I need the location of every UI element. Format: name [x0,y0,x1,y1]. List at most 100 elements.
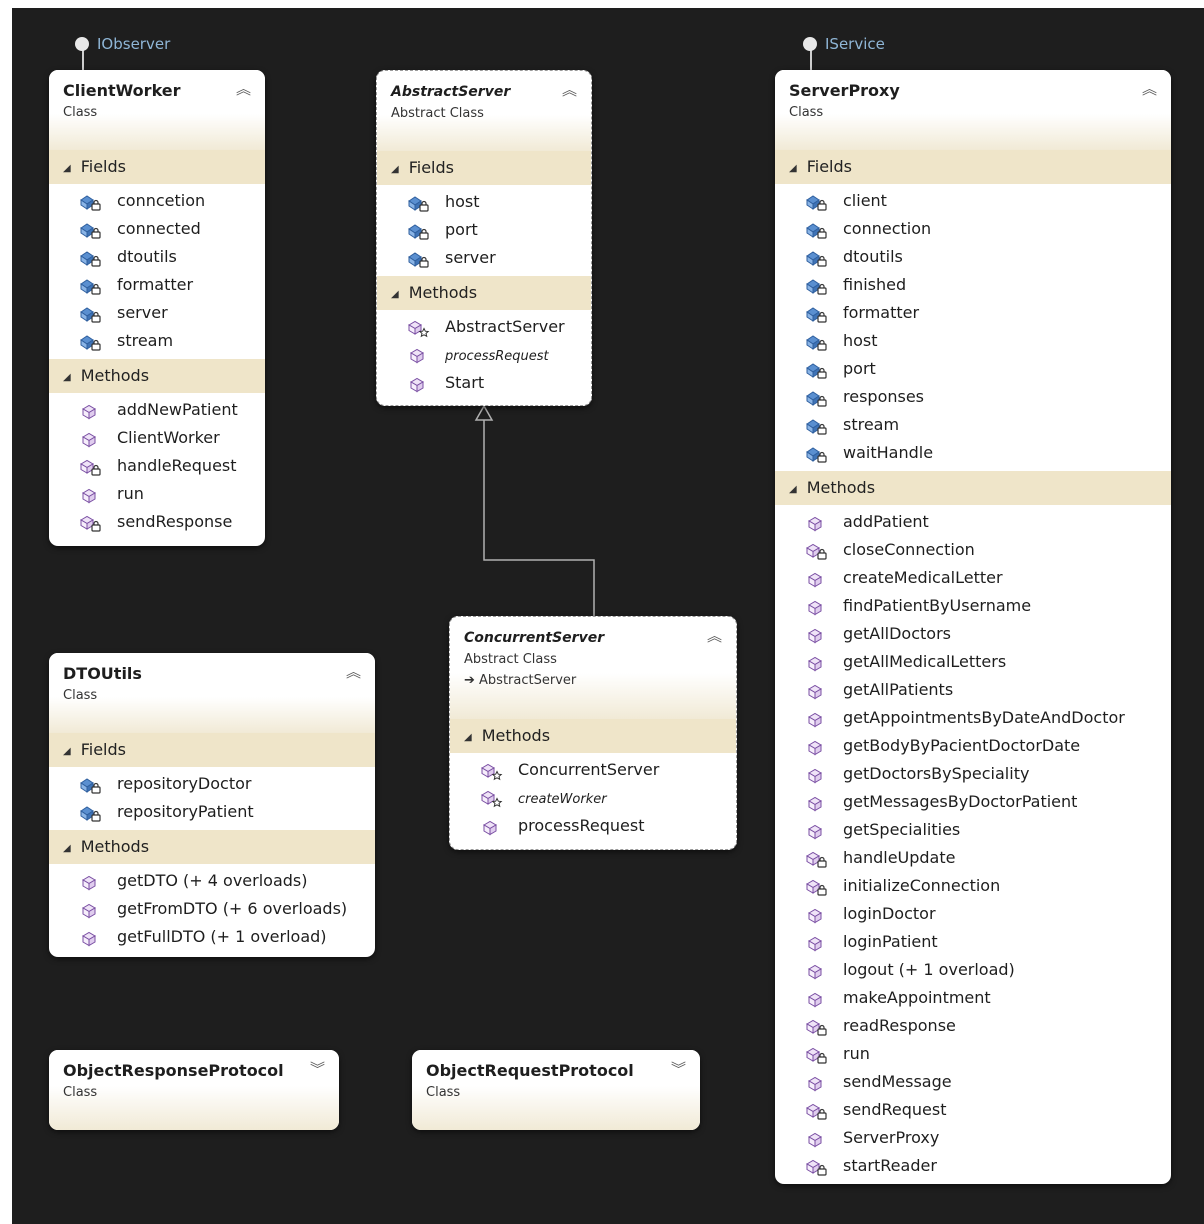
method-row[interactable]: ServerProxy [775,1124,1171,1152]
field-row[interactable]: formatter [775,299,1171,327]
method-row[interactable]: ClientWorker [49,424,265,452]
method-row[interactable]: startReader [775,1152,1171,1180]
method-name: handleRequest [117,456,237,475]
section-fields-header[interactable]: ◢ Fields [775,150,1171,184]
method-public-icon [805,570,829,588]
class-box-concurrentserver[interactable]: ConcurrentServer Abstract Class ➔ Abstra… [449,616,737,850]
collapse-chevron-icon[interactable]: ︽ [236,78,251,99]
class-box-serverproxy[interactable]: ServerProxy Class ︽ ◢ Fields client connec… [775,70,1171,1184]
method-row[interactable]: createWorker [450,784,736,812]
method-row[interactable]: sendResponse [49,508,265,536]
field-row[interactable]: stream [775,411,1171,439]
field-row[interactable]: port [775,355,1171,383]
field-name: host [445,192,480,211]
section-methods-header[interactable]: ◢ Methods [450,719,736,753]
method-row[interactable]: logout (+ 1 overload) [775,956,1171,984]
collapse-triangle-icon: ◢ [63,746,71,757]
section-methods-header[interactable]: ◢ Methods [775,471,1171,505]
field-row[interactable]: waitHandle [775,439,1171,467]
field-private-icon [805,389,829,407]
method-row[interactable]: closeConnection [775,536,1171,564]
class-stereotype: Class [426,1085,461,1100]
method-row[interactable]: run [775,1040,1171,1068]
section-fields-header[interactable]: ◢ Fields [377,151,591,185]
field-row[interactable]: host [775,327,1171,355]
field-name: server [117,303,168,322]
method-row[interactable]: getAllPatients [775,676,1171,704]
field-row[interactable]: server [377,244,591,272]
section-methods-header[interactable]: ◢ Methods [49,359,265,393]
field-row[interactable]: repositoryDoctor [49,770,375,798]
field-row[interactable]: repositoryPatient [49,798,375,826]
method-row[interactable]: getMessagesByDoctorPatient [775,788,1171,816]
class-box-dtoutils[interactable]: DTOUtils Class ︽ ◢ Fields repositoryDocto… [49,653,375,957]
field-row[interactable]: server [49,299,265,327]
field-row[interactable]: host [377,188,591,216]
method-row[interactable]: getFullDTO (+ 1 overload) [49,923,375,951]
field-row[interactable]: connected [49,215,265,243]
method-row[interactable]: run [49,480,265,508]
method-row[interactable]: initializeConnection [775,872,1171,900]
collapse-chevron-icon[interactable]: ︽ [346,661,361,682]
method-row[interactable]: addPatient [775,508,1171,536]
method-row[interactable]: Start [377,369,591,397]
class-box-objectrequestprotocol[interactable]: ObjectRequestProtocol Class ︾ [412,1050,700,1130]
method-row[interactable]: processRequest [450,812,736,840]
field-private-icon [805,445,829,463]
field-row[interactable]: formatter [49,271,265,299]
class-box-objectresponseprotocol[interactable]: ObjectResponseProtocol Class ︾ [49,1050,339,1130]
section-fields-header[interactable]: ◢ Fields [49,150,265,184]
method-row[interactable]: getDTO (+ 4 overloads) [49,867,375,895]
field-row[interactable]: port [377,216,591,244]
method-public-icon [805,962,829,980]
method-row[interactable]: findPatientByUsername [775,592,1171,620]
method-row[interactable]: AbstractServer [377,313,591,341]
field-row[interactable]: stream [49,327,265,355]
class-box-clientworker[interactable]: ClientWorker Class ︽ ◢ Fields conncetion c… [49,70,265,546]
method-row[interactable]: loginPatient [775,928,1171,956]
method-private-icon [805,1046,829,1064]
method-name: initializeConnection [843,876,1001,895]
field-row[interactable]: finished [775,271,1171,299]
field-row[interactable]: dtoutils [49,243,265,271]
method-row[interactable]: handleUpdate [775,844,1171,872]
method-row[interactable]: loginDoctor [775,900,1171,928]
field-row[interactable]: responses [775,383,1171,411]
collapse-chevron-icon[interactable]: ︽ [1142,78,1157,99]
method-row[interactable]: ConcurrentServer [450,756,736,784]
method-row[interactable]: sendRequest [775,1096,1171,1124]
method-row[interactable]: getFromDTO (+ 6 overloads) [49,895,375,923]
method-row[interactable]: handleRequest [49,452,265,480]
collapse-chevron-icon[interactable]: ︽ [562,79,577,100]
field-row[interactable]: client [775,187,1171,215]
method-row[interactable]: getDoctorsBySpeciality [775,760,1171,788]
method-row[interactable]: getAllMedicalLetters [775,648,1171,676]
method-public-icon [79,430,103,448]
method-public-icon [805,598,829,616]
collapse-chevron-icon[interactable]: ︽ [707,625,722,646]
class-box-abstractserver[interactable]: AbstractServer Abstract Class ︽ ◢ Fields … [376,70,592,406]
section-fields-header[interactable]: ◢ Fields [49,733,375,767]
method-row[interactable]: processRequest [377,341,591,369]
field-row[interactable]: connection [775,215,1171,243]
method-row[interactable]: readResponse [775,1012,1171,1040]
class-name: ObjectRequestProtocol [426,1061,634,1080]
field-row[interactable]: conncetion [49,187,265,215]
method-name: Start [445,373,485,392]
method-row[interactable]: makeAppointment [775,984,1171,1012]
method-row[interactable]: createMedicalLetter [775,564,1171,592]
method-private-icon [805,1018,829,1036]
method-row[interactable]: sendMessage [775,1068,1171,1096]
method-row[interactable]: getBodyByPacientDoctorDate [775,732,1171,760]
expand-chevron-icon[interactable]: ︾ [310,1058,325,1079]
method-row[interactable]: getAppointmentsByDateAndDoctor [775,704,1171,732]
section-methods-header[interactable]: ◢ Methods [49,830,375,864]
section-methods-header[interactable]: ◢ Methods [377,276,591,310]
method-row[interactable]: getAllDoctors [775,620,1171,648]
method-row[interactable]: addNewPatient [49,396,265,424]
method-row[interactable]: getSpecialities [775,816,1171,844]
field-name: stream [843,415,900,434]
field-row[interactable]: dtoutils [775,243,1171,271]
method-name: processRequest [445,349,549,364]
expand-chevron-icon[interactable]: ︾ [671,1058,686,1079]
